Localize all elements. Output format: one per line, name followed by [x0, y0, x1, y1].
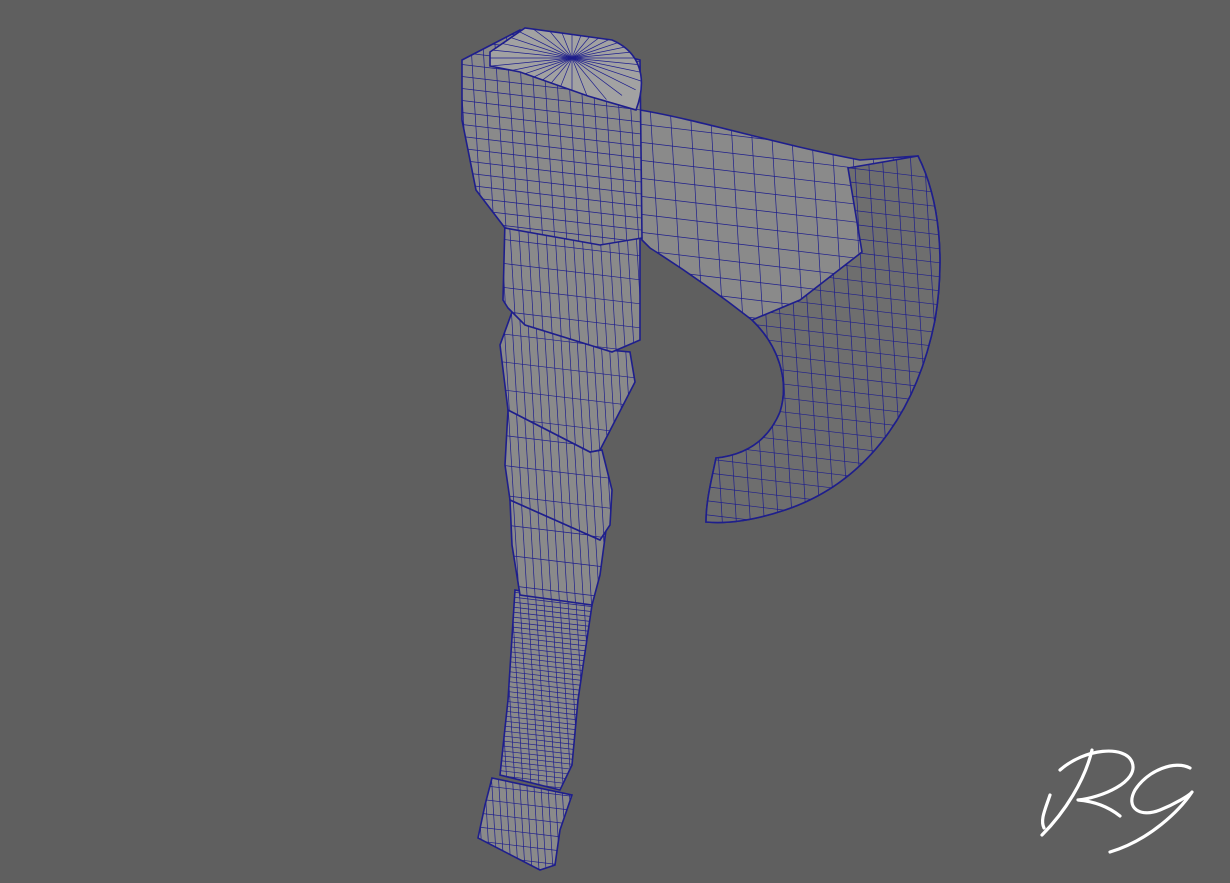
signature-logo	[1040, 748, 1194, 854]
3d-viewport[interactable]	[0, 0, 1230, 883]
wire-edge	[590, 590, 592, 790]
handle-wrap-grip	[499, 589, 593, 791]
wire-edge	[937, 156, 940, 523]
wire-edge	[500, 312, 505, 452]
wire-edge	[700, 528, 945, 557]
wire-edge	[706, 513, 940, 523]
handle-pommel	[470, 770, 581, 875]
wire-edge	[567, 778, 572, 870]
wire-edge	[575, 770, 581, 875]
wire-edge	[632, 518, 940, 523]
wire-edge	[478, 867, 572, 870]
wire-edge	[611, 410, 612, 540]
wire-edge	[470, 770, 476, 875]
